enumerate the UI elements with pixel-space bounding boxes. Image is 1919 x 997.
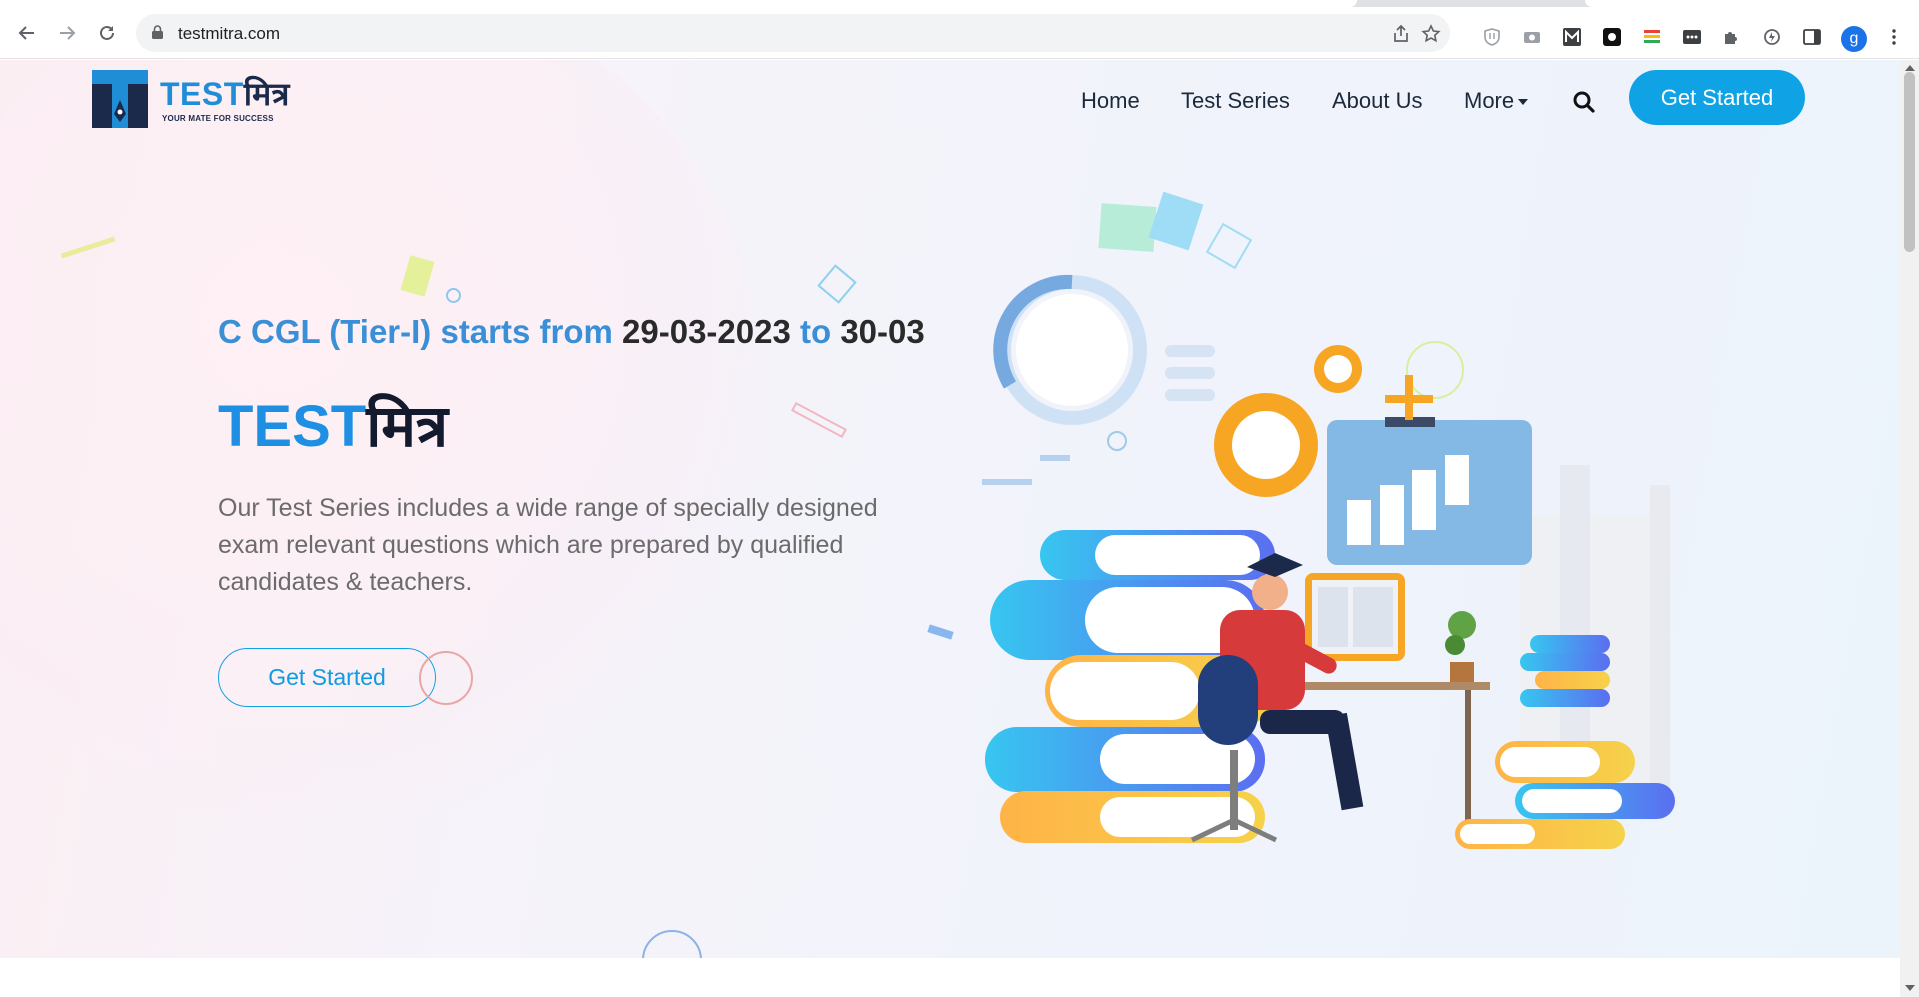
camera-extension-icon[interactable] bbox=[1522, 27, 1542, 47]
url-text: testmitra.com bbox=[178, 24, 281, 43]
ticker-text: C CGL (Tier-I) starts from bbox=[218, 313, 623, 350]
site-logo[interactable]: TESTमित्र YOUR MATE FOR SUCCESS bbox=[92, 70, 302, 130]
browser-tab-strip bbox=[0, 0, 1919, 7]
scroll-up-icon[interactable] bbox=[1905, 65, 1915, 71]
header-get-started-button[interactable]: Get Started bbox=[1629, 70, 1805, 125]
puzzle-extensions-icon[interactable] bbox=[1722, 27, 1742, 47]
bookmark-star-icon[interactable] bbox=[1421, 24, 1441, 44]
hero-title-hi: मित्र bbox=[366, 394, 448, 459]
exam-ticker: C CGL (Tier-I) starts from 29-03-2023 to… bbox=[218, 313, 933, 363]
address-bar[interactable]: testmitra.com bbox=[136, 14, 1450, 52]
nav-test-series[interactable]: Test Series bbox=[1181, 88, 1290, 114]
logo-wordmark: TESTमित्र bbox=[160, 72, 290, 115]
deco-diamond bbox=[817, 264, 857, 304]
inactive-tab[interactable] bbox=[1585, 0, 1919, 7]
ticker-date-start: 29-03-2023 bbox=[622, 313, 791, 350]
nav-about-us[interactable]: About Us bbox=[1332, 88, 1423, 114]
testmitra-logo-icon bbox=[92, 70, 148, 128]
share-icon[interactable] bbox=[1391, 24, 1411, 44]
logo-word-en: TEST bbox=[160, 76, 244, 112]
caret-down-icon bbox=[1518, 99, 1529, 106]
hero-title-en: TEST bbox=[218, 394, 367, 459]
back-arrow-icon[interactable] bbox=[13, 19, 41, 47]
page-viewport: TESTमित्र YOUR MATE FOR SUCCESS Home Tes… bbox=[0, 60, 1900, 997]
profile-avatar[interactable]: g bbox=[1841, 26, 1867, 52]
button-deco-ring bbox=[419, 651, 473, 705]
active-tab[interactable] bbox=[0, 0, 1357, 7]
colors-extension-icon[interactable] bbox=[1642, 27, 1662, 47]
nav-more-label: More bbox=[1464, 88, 1515, 113]
logo-tagline: YOUR MATE FOR SUCCESS bbox=[162, 114, 274, 123]
browser-toolbar: testmitra.com g bbox=[0, 7, 1919, 59]
page-scrollbar[interactable] bbox=[1900, 60, 1919, 997]
deco-bar bbox=[791, 401, 847, 439]
forward-arrow-icon[interactable] bbox=[53, 19, 81, 47]
brave-shield-icon[interactable] bbox=[1482, 27, 1502, 47]
hero-title: TESTमित्र bbox=[218, 384, 448, 463]
refresh-extension-icon[interactable] bbox=[1762, 27, 1782, 47]
ticker-date-end: 30-03 bbox=[840, 313, 925, 350]
hero-get-started-button[interactable]: Get Started bbox=[218, 648, 436, 707]
m-extension-icon[interactable] bbox=[1562, 27, 1582, 47]
deco-dash bbox=[927, 624, 954, 640]
next-section-top bbox=[0, 958, 1900, 997]
student-study-illustration bbox=[982, 191, 1675, 849]
dark-extension-icon[interactable] bbox=[1602, 27, 1622, 47]
scroll-down-icon[interactable] bbox=[1905, 985, 1915, 991]
hero-description: Our Test Series includes a wide range of… bbox=[218, 494, 878, 596]
scrollbar-thumb[interactable] bbox=[1904, 72, 1915, 252]
nav-home[interactable]: Home bbox=[1081, 88, 1140, 114]
logo-word-hi: मित्र bbox=[243, 76, 290, 112]
lock-icon[interactable] bbox=[152, 25, 163, 39]
kebab-menu-icon[interactable] bbox=[1884, 27, 1904, 47]
ticker-connector: to bbox=[790, 313, 841, 350]
deco-circle bbox=[446, 288, 461, 303]
nav-more-dropdown[interactable]: More bbox=[1464, 88, 1529, 114]
dots-extension-icon[interactable] bbox=[1682, 27, 1702, 47]
sidepanel-icon[interactable] bbox=[1802, 27, 1822, 47]
search-icon[interactable] bbox=[1572, 90, 1596, 114]
reload-icon[interactable] bbox=[93, 19, 121, 47]
